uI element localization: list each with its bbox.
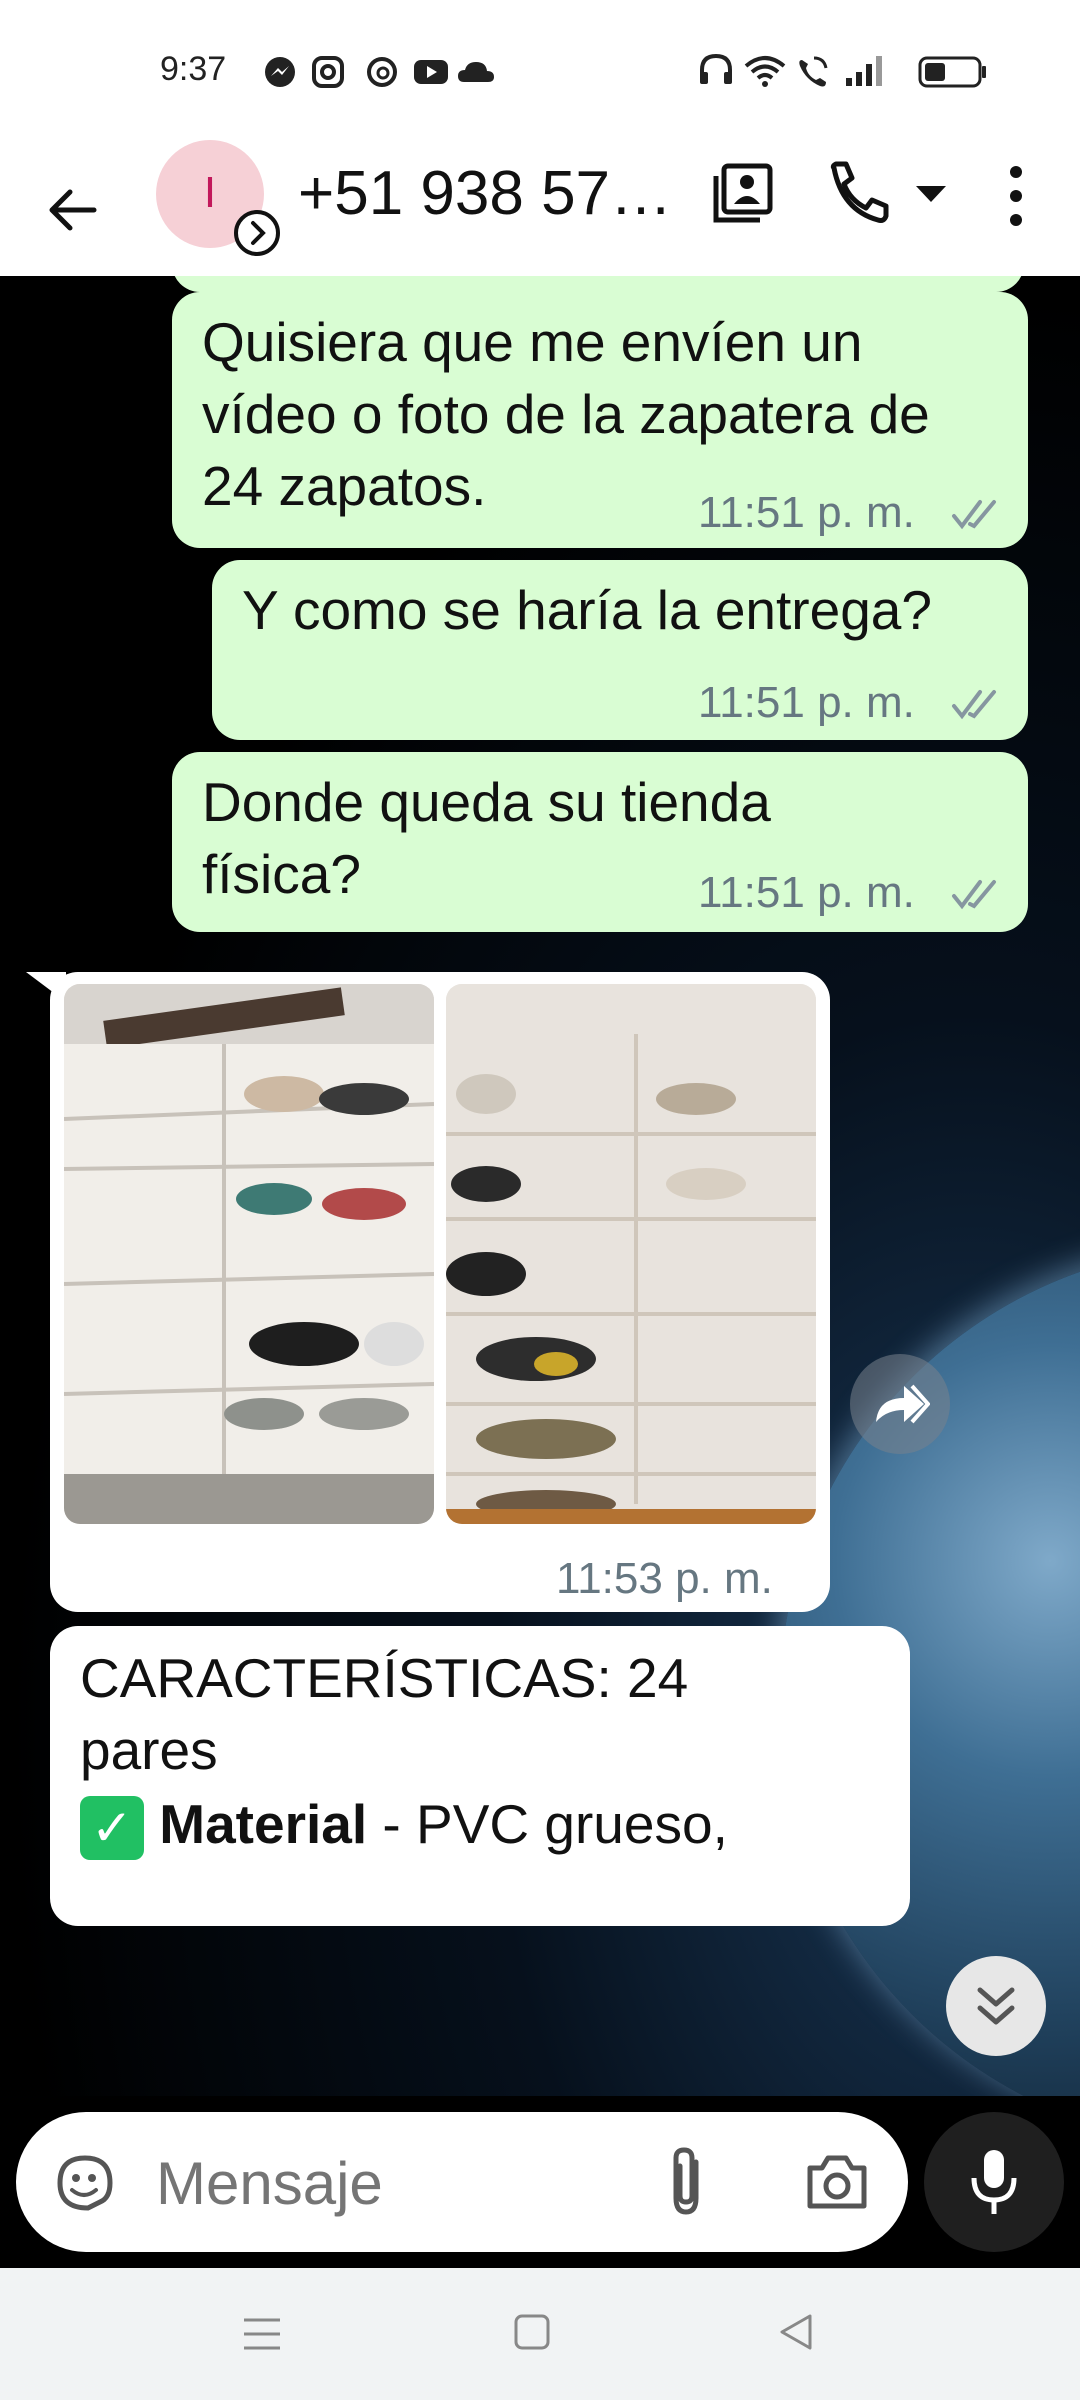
message-bubble-incoming[interactable]: CARACTERÍSTICAS: 24 pares ✓ Material - P… [50, 1626, 910, 1926]
message-bubble-outgoing[interactable]: Donde queda su tienda física? 11:51 p. m… [172, 752, 1028, 932]
back-nav-icon[interactable] [776, 2312, 816, 2352]
dropdown-arrow-icon[interactable] [914, 182, 948, 206]
forward-button[interactable] [850, 1354, 950, 1454]
double-check-icon [952, 690, 996, 720]
menu-nav-icon[interactable] [242, 2314, 282, 2354]
wifi-calling-icon [799, 56, 828, 87]
message-time: 11:51 p. m. [698, 868, 915, 917]
shoe-rack-photo-2[interactable] [446, 984, 816, 1524]
chat-area[interactable]: Quisiera que me envíen un vídeo o foto d… [0, 276, 1080, 2096]
more-options-icon[interactable] [996, 162, 1036, 232]
message-time: 11:51 p. m. [698, 678, 915, 727]
battery-icon [918, 56, 986, 88]
notification-icons [265, 56, 494, 88]
message-text: CARACTERÍSTICAS: 24 pares [80, 1647, 689, 1781]
signal-icon [846, 56, 882, 86]
message-input[interactable] [154, 2142, 658, 2224]
camera-icon[interactable] [804, 2152, 870, 2212]
system-navigation-bar [0, 2268, 1080, 2400]
chevron-right-circle-icon [234, 210, 280, 256]
message-text-rest: - PVC grueso, [367, 1793, 728, 1855]
double-check-icon [952, 500, 996, 530]
headphones-icon [700, 53, 732, 84]
chat-header: I +51 938 57… [0, 140, 1080, 276]
voice-message-button[interactable] [924, 2112, 1064, 2252]
contact-card-icon[interactable] [712, 162, 776, 226]
check-mark-emoji: ✓ [80, 1796, 144, 1861]
message-bubble-previous[interactable] [172, 276, 1024, 292]
cloud-icon [458, 62, 494, 82]
message-bubble-outgoing[interactable]: Y como se haría la entrega? 11:51 p. m. [212, 560, 1028, 740]
messenger-icon [265, 57, 295, 87]
instagram-icon [312, 56, 344, 88]
message-text-line: ✓ Material - PVC grueso, [80, 1788, 900, 1861]
microphone-icon [971, 2150, 1017, 2214]
status-bar: 9:37 [0, 0, 1080, 140]
wifi-icon [744, 56, 786, 87]
message-bubble-outgoing[interactable]: Quisiera que me envíen un vídeo o foto d… [172, 292, 1028, 548]
message-time: 11:53 p. m. [556, 1554, 773, 1603]
scroll-to-bottom-button[interactable] [946, 1956, 1046, 2056]
home-nav-icon[interactable] [512, 2312, 552, 2352]
double-check-icon [952, 880, 996, 910]
phone-icon[interactable] [826, 160, 892, 226]
image-message-bubble[interactable]: 11:53 p. m. [50, 972, 830, 1612]
attach-icon[interactable] [662, 2146, 712, 2220]
back-arrow-icon[interactable] [44, 182, 100, 238]
contact-name[interactable]: +51 938 57… [298, 158, 672, 229]
message-time: 11:51 p. m. [698, 488, 915, 537]
status-time: 9:37 [160, 50, 227, 88]
shoe-rack-photo-2-art [446, 984, 816, 1524]
message-text: Y como se haría la entrega? [242, 579, 932, 641]
shoe-rack-photo-1[interactable] [64, 984, 434, 1524]
bold-label: Material [159, 1793, 368, 1855]
threads-icon [367, 57, 397, 87]
message-composer [16, 2112, 908, 2252]
shoe-rack-photo-1-art [64, 984, 434, 1524]
double-chevron-down-icon [977, 1987, 1015, 2025]
sticker-icon[interactable] [52, 2150, 118, 2216]
system-icons [700, 53, 986, 88]
youtube-icon [414, 60, 448, 84]
forward-icon [876, 1384, 930, 1424]
